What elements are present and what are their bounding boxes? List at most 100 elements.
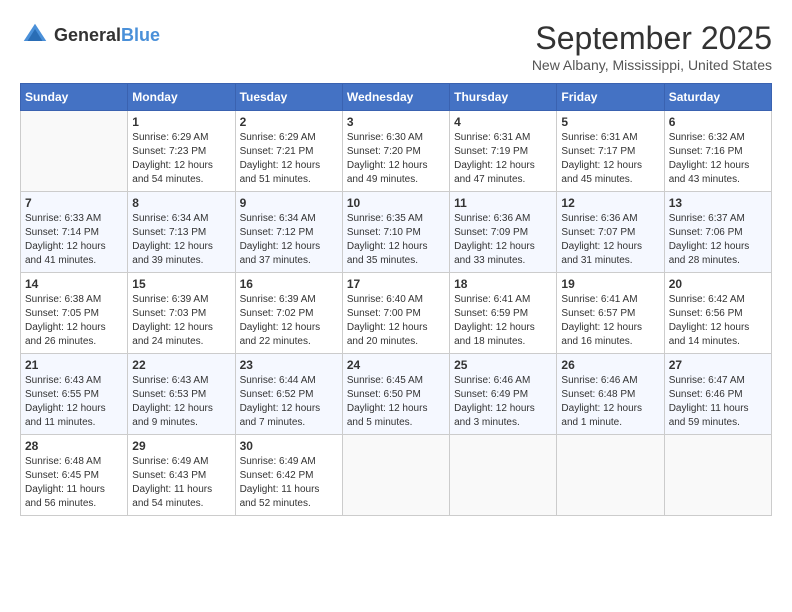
day-cell: 2 Sunrise: 6:29 AMSunset: 7:21 PMDaylight… bbox=[235, 111, 342, 192]
day-info: Sunrise: 6:49 AMSunset: 6:43 PMDaylight:… bbox=[132, 455, 230, 511]
day-cell bbox=[664, 435, 771, 516]
month-title: September 2025 bbox=[532, 20, 772, 57]
day-cell: 7 Sunrise: 6:33 AMSunset: 7:14 PMDaylight… bbox=[21, 192, 128, 273]
day-cell bbox=[450, 435, 557, 516]
day-info: Sunrise: 6:41 AMSunset: 6:57 PMDaylight:… bbox=[561, 293, 659, 349]
calendar-table: SundayMondayTuesdayWednesdayThursdayFrid… bbox=[20, 83, 772, 516]
week-row-1: 1 Sunrise: 6:29 AMSunset: 7:23 PMDaylight… bbox=[21, 111, 772, 192]
day-info: Sunrise: 6:46 AMSunset: 6:48 PMDaylight:… bbox=[561, 374, 659, 430]
day-info: Sunrise: 6:31 AMSunset: 7:17 PMDaylight:… bbox=[561, 131, 659, 187]
day-cell: 24 Sunrise: 6:45 AMSunset: 6:50 PMDayligh… bbox=[342, 354, 449, 435]
week-row-4: 21Sunrise: 6:43 AMSunset: 6:55 PMDayligh… bbox=[21, 354, 772, 435]
day-number: 29 bbox=[132, 439, 230, 453]
day-number: 6 bbox=[669, 115, 767, 129]
day-info: Sunrise: 6:42 AMSunset: 6:56 PMDaylight:… bbox=[669, 293, 767, 349]
day-number: 5 bbox=[561, 115, 659, 129]
day-cell: 13 Sunrise: 6:37 AMSunset: 7:06 PMDayligh… bbox=[664, 192, 771, 273]
day-cell: 22 Sunrise: 6:43 AMSunset: 6:53 PMDayligh… bbox=[128, 354, 235, 435]
day-info: Sunrise: 6:44 AMSunset: 6:52 PMDaylight:… bbox=[240, 374, 338, 430]
day-number: 14 bbox=[25, 277, 123, 291]
day-number: 19 bbox=[561, 277, 659, 291]
logo-general-text: GeneralBlue bbox=[54, 25, 160, 46]
day-cell: 26 Sunrise: 6:46 AMSunset: 6:48 PMDayligh… bbox=[557, 354, 664, 435]
day-info: Sunrise: 6:35 AMSunset: 7:10 PMDaylight:… bbox=[347, 212, 445, 268]
day-info: Sunrise: 6:39 AMSunset: 7:02 PMDaylight:… bbox=[240, 293, 338, 349]
header-cell-monday: Monday bbox=[128, 84, 235, 111]
day-number: 16 bbox=[240, 277, 338, 291]
header-cell-sunday: Sunday bbox=[21, 84, 128, 111]
day-info: Sunrise: 6:40 AMSunset: 7:00 PMDaylight:… bbox=[347, 293, 445, 349]
header-cell-tuesday: Tuesday bbox=[235, 84, 342, 111]
day-number: 1 bbox=[132, 115, 230, 129]
day-cell: 3Sunrise: 6:30 AMSunset: 7:20 PMDaylight… bbox=[342, 111, 449, 192]
day-info: Sunrise: 6:41 AMSunset: 6:59 PMDaylight:… bbox=[454, 293, 552, 349]
day-number: 2 bbox=[240, 115, 338, 129]
day-cell: 11Sunrise: 6:36 AMSunset: 7:09 PMDayligh… bbox=[450, 192, 557, 273]
day-cell: 4 Sunrise: 6:31 AMSunset: 7:19 PMDaylight… bbox=[450, 111, 557, 192]
day-number: 22 bbox=[132, 358, 230, 372]
page-header: GeneralBlue September 2025 New Albany, M… bbox=[20, 20, 772, 73]
day-cell: 14Sunrise: 6:38 AMSunset: 7:05 PMDayligh… bbox=[21, 273, 128, 354]
day-info: Sunrise: 6:31 AMSunset: 7:19 PMDaylight:… bbox=[454, 131, 552, 187]
calendar-header: SundayMondayTuesdayWednesdayThursdayFrid… bbox=[21, 84, 772, 111]
header-cell-thursday: Thursday bbox=[450, 84, 557, 111]
day-number: 23 bbox=[240, 358, 338, 372]
day-number: 24 bbox=[347, 358, 445, 372]
day-number: 7 bbox=[25, 196, 123, 210]
day-cell bbox=[21, 111, 128, 192]
day-cell: 16 Sunrise: 6:39 AMSunset: 7:02 PMDayligh… bbox=[235, 273, 342, 354]
day-cell: 20 Sunrise: 6:42 AMSunset: 6:56 PMDayligh… bbox=[664, 273, 771, 354]
week-row-3: 14Sunrise: 6:38 AMSunset: 7:05 PMDayligh… bbox=[21, 273, 772, 354]
day-info: Sunrise: 6:34 AMSunset: 7:13 PMDaylight:… bbox=[132, 212, 230, 268]
day-info: Sunrise: 6:29 AMSunset: 7:21 PMDaylight:… bbox=[240, 131, 338, 187]
week-row-5: 28 Sunrise: 6:48 AMSunset: 6:45 PMDayligh… bbox=[21, 435, 772, 516]
day-cell: 19 Sunrise: 6:41 AMSunset: 6:57 PMDayligh… bbox=[557, 273, 664, 354]
day-info: Sunrise: 6:47 AMSunset: 6:46 PMDaylight:… bbox=[669, 374, 767, 430]
day-number: 17 bbox=[347, 277, 445, 291]
day-number: 21 bbox=[25, 358, 123, 372]
day-cell: 10 Sunrise: 6:35 AMSunset: 7:10 PMDayligh… bbox=[342, 192, 449, 273]
day-info: Sunrise: 6:29 AMSunset: 7:23 PMDaylight:… bbox=[132, 131, 230, 187]
day-info: Sunrise: 6:39 AMSunset: 7:03 PMDaylight:… bbox=[132, 293, 230, 349]
day-number: 28 bbox=[25, 439, 123, 453]
day-number: 30 bbox=[240, 439, 338, 453]
calendar-body: 1 Sunrise: 6:29 AMSunset: 7:23 PMDaylight… bbox=[21, 111, 772, 516]
day-number: 13 bbox=[669, 196, 767, 210]
header-row: SundayMondayTuesdayWednesdayThursdayFrid… bbox=[21, 84, 772, 111]
day-info: Sunrise: 6:46 AMSunset: 6:49 PMDaylight:… bbox=[454, 374, 552, 430]
day-info: Sunrise: 6:33 AMSunset: 7:14 PMDaylight:… bbox=[25, 212, 123, 268]
day-number: 11 bbox=[454, 196, 552, 210]
day-number: 10 bbox=[347, 196, 445, 210]
week-row-2: 7 Sunrise: 6:33 AMSunset: 7:14 PMDaylight… bbox=[21, 192, 772, 273]
day-cell bbox=[557, 435, 664, 516]
day-info: Sunrise: 6:45 AMSunset: 6:50 PMDaylight:… bbox=[347, 374, 445, 430]
day-info: Sunrise: 6:48 AMSunset: 6:45 PMDaylight:… bbox=[25, 455, 123, 511]
day-info: Sunrise: 6:32 AMSunset: 7:16 PMDaylight:… bbox=[669, 131, 767, 187]
day-cell: 29 Sunrise: 6:49 AMSunset: 6:43 PMDayligh… bbox=[128, 435, 235, 516]
day-info: Sunrise: 6:34 AMSunset: 7:12 PMDaylight:… bbox=[240, 212, 338, 268]
day-number: 27 bbox=[669, 358, 767, 372]
day-cell: 15 Sunrise: 6:39 AMSunset: 7:03 PMDayligh… bbox=[128, 273, 235, 354]
logo: GeneralBlue bbox=[20, 20, 160, 50]
day-cell: 23 Sunrise: 6:44 AMSunset: 6:52 PMDayligh… bbox=[235, 354, 342, 435]
location-title: New Albany, Mississippi, United States bbox=[532, 57, 772, 73]
day-number: 18 bbox=[454, 277, 552, 291]
day-info: Sunrise: 6:30 AMSunset: 7:20 PMDaylight:… bbox=[347, 131, 445, 187]
day-info: Sunrise: 6:36 AMSunset: 7:07 PMDaylight:… bbox=[561, 212, 659, 268]
day-number: 15 bbox=[132, 277, 230, 291]
day-info: Sunrise: 6:37 AMSunset: 7:06 PMDaylight:… bbox=[669, 212, 767, 268]
header-cell-friday: Friday bbox=[557, 84, 664, 111]
day-cell: 27 Sunrise: 6:47 AMSunset: 6:46 PMDayligh… bbox=[664, 354, 771, 435]
day-cell: 18 Sunrise: 6:41 AMSunset: 6:59 PMDayligh… bbox=[450, 273, 557, 354]
title-area: September 2025 New Albany, Mississippi, … bbox=[532, 20, 772, 73]
day-info: Sunrise: 6:43 AMSunset: 6:53 PMDaylight:… bbox=[132, 374, 230, 430]
day-info: Sunrise: 6:49 AMSunset: 6:42 PMDaylight:… bbox=[240, 455, 338, 511]
day-cell: 1 Sunrise: 6:29 AMSunset: 7:23 PMDaylight… bbox=[128, 111, 235, 192]
day-number: 26 bbox=[561, 358, 659, 372]
day-number: 20 bbox=[669, 277, 767, 291]
day-number: 4 bbox=[454, 115, 552, 129]
day-cell: 8Sunrise: 6:34 AMSunset: 7:13 PMDaylight… bbox=[128, 192, 235, 273]
day-cell: 17 Sunrise: 6:40 AMSunset: 7:00 PMDayligh… bbox=[342, 273, 449, 354]
day-cell: 5 Sunrise: 6:31 AMSunset: 7:17 PMDaylight… bbox=[557, 111, 664, 192]
day-number: 25 bbox=[454, 358, 552, 372]
